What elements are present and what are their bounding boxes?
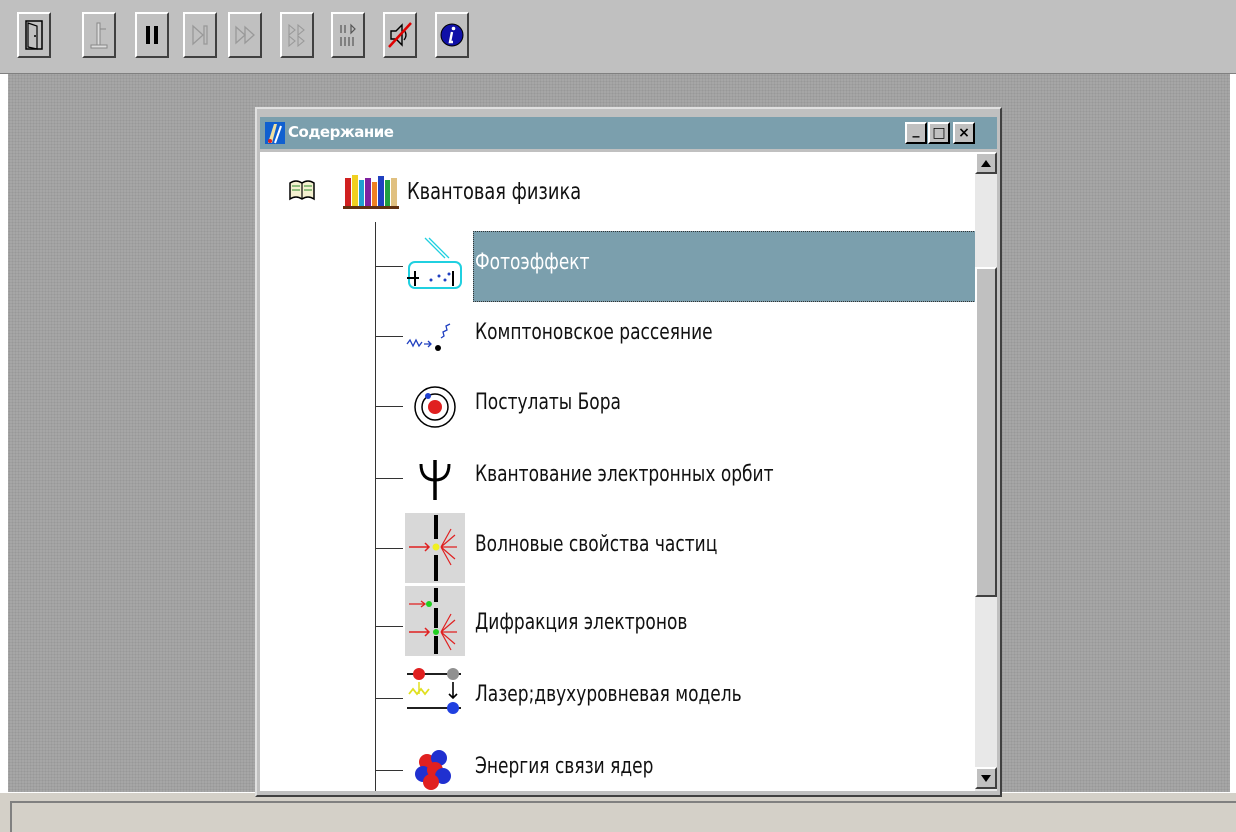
psi-icon (419, 460, 451, 500)
tree-item-label: Комптоновское рассеяние (475, 320, 713, 345)
tree-branch-line (375, 770, 403, 771)
vertical-scrollbar[interactable] (975, 152, 997, 791)
tree-item-orbit-quantization[interactable]: Квантование электронных орбит (375, 444, 975, 504)
tree-item-label: Энергия связи ядер (475, 754, 654, 779)
arrow-down-icon (981, 774, 991, 782)
maximize-icon: □ (932, 125, 946, 141)
open-book-icon[interactable] (288, 177, 316, 203)
tree-item-laser[interactable]: Лазер;двухуровневая модель (375, 664, 975, 724)
app-icon (265, 122, 285, 144)
tree-item-label: Фотоэффект (475, 250, 590, 275)
bookshelf-icon (343, 175, 399, 209)
info-button[interactable] (435, 12, 469, 58)
tree-branch-line (375, 478, 403, 479)
scrollbar-thumb[interactable] (975, 267, 997, 597)
flask-stand-icon (90, 22, 108, 49)
pause-icon (146, 26, 158, 44)
sound-button[interactable] (383, 12, 417, 58)
tree-branch-line (375, 406, 403, 407)
frames-button[interactable] (331, 12, 365, 58)
tree-branch-line (375, 548, 403, 549)
arrow-up-icon (981, 159, 991, 167)
maximize-button[interactable]: □ (928, 122, 950, 144)
bohr-atom-icon (414, 386, 456, 428)
info-icon (440, 23, 464, 47)
fast-forward-button[interactable] (228, 12, 262, 58)
laser-two-level-icon (407, 668, 461, 714)
step-button[interactable] (183, 12, 217, 58)
frames-icon (340, 23, 356, 46)
scroll-up-button[interactable] (975, 152, 997, 174)
experiment-button[interactable] (82, 12, 116, 58)
tree-item-electron-diffraction[interactable]: Дифракция электронов (375, 586, 975, 656)
window-title: Содержание (288, 123, 394, 141)
electron-diffraction-icon (405, 586, 465, 656)
photoeffect-icon (407, 237, 462, 289)
double-step-icon (288, 23, 305, 48)
status-bar (0, 792, 1236, 832)
tree-item-label: Лазер;двухуровневая модель (475, 682, 742, 707)
fast-forward-icon (235, 25, 255, 45)
contents-tree: Квантовая физика Фотоэффект Комптоновско… (260, 152, 997, 791)
contents-window: Содержание _ □ × Квантовая физика Фотоэф… (255, 107, 1002, 797)
tree-item-label: Постулаты Бора (475, 390, 621, 415)
step-forward-icon (192, 24, 208, 46)
door-icon (25, 20, 43, 50)
tree-item-nuclear-binding-energy[interactable]: Энергия связи ядер (375, 736, 975, 791)
tree-branch-line (375, 698, 403, 699)
tree-item-label: Дифракция электронов (475, 610, 688, 635)
compton-scattering-icon (406, 323, 451, 351)
sound-off-icon (388, 22, 412, 48)
title-bar[interactable]: Содержание _ □ × (260, 117, 997, 149)
tree-branch-line (375, 626, 403, 627)
tree-item-wave-properties[interactable]: Волновые свойства частиц (375, 513, 975, 583)
tree-item-compton[interactable]: Комптоновское рассеяние (375, 302, 975, 362)
status-panel (10, 801, 1236, 832)
tree-item-photoeffect[interactable]: Фотоэффект (375, 231, 976, 302)
tree-root-label[interactable]: Квантовая физика (407, 179, 581, 205)
double-step-button[interactable] (280, 12, 314, 58)
tree-item-label: Квантование электронных орбит (475, 462, 774, 487)
close-button[interactable]: × (953, 122, 975, 144)
close-icon: × (958, 125, 970, 141)
scroll-down-button[interactable] (975, 767, 997, 789)
pause-button[interactable] (135, 12, 169, 58)
nucleus-icon (415, 750, 451, 790)
tree-branch-line (375, 266, 403, 267)
tree-item-label: Волновые свойства частиц (475, 532, 718, 557)
toolbar (0, 0, 1236, 74)
exit-button[interactable] (17, 12, 51, 58)
minimize-icon: _ (912, 122, 920, 138)
minimize-button[interactable]: _ (905, 122, 927, 144)
wave-particle-icon (405, 513, 465, 583)
tree-branch-line (375, 336, 403, 337)
tree-item-bohr[interactable]: Постулаты Бора (375, 372, 975, 432)
